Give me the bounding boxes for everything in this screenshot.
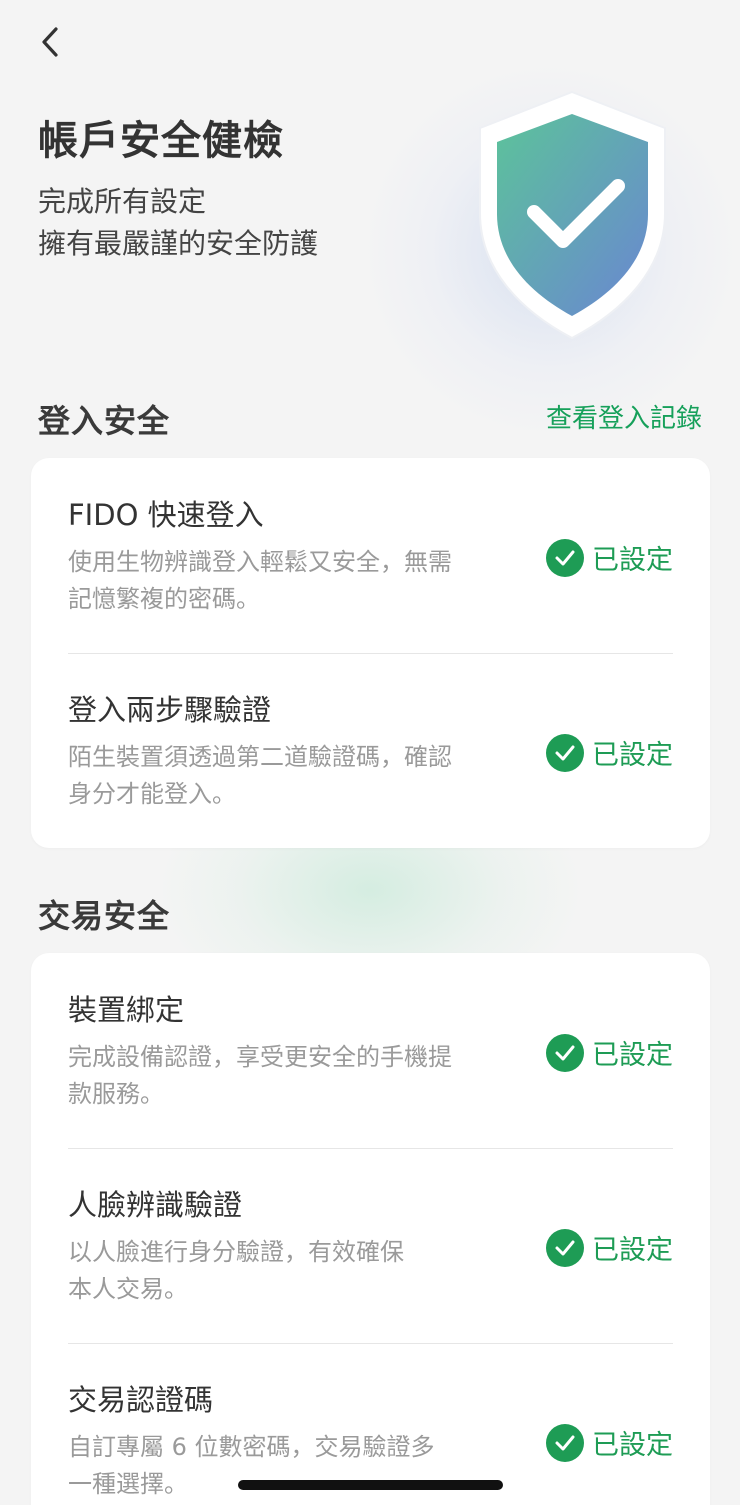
list-item-device-binding[interactable]: 裝置綁定 完成設備認證，享受更安全的手機提 款服務。 已設定 <box>68 953 673 1148</box>
item-description: 陌生裝置須透過第二道驗證碼，確認 身分才能登入。 <box>68 743 452 808</box>
security-checkup-page: 帳戶安全健檢 完成所有設定 擁有最嚴謹的安全防護 登入安全 查看登入記錄 FID… <box>0 0 740 1505</box>
page-subtitle: 完成所有設定 <box>38 185 207 218</box>
status-badge: 已設定 <box>546 538 673 577</box>
item-title: FIDO 快速登入 <box>68 498 264 532</box>
list-item-face-recognition[interactable]: 人臉辨識驗證 以人臉進行身分驗證，有效確保 本人交易。 已設定 <box>68 1148 673 1343</box>
home-indicator[interactable] <box>238 1480 503 1490</box>
item-title: 登入兩步驟驗證 <box>68 693 272 727</box>
back-button[interactable] <box>30 22 70 62</box>
check-circle-icon <box>546 1228 584 1267</box>
status-badge: 已設定 <box>546 1033 673 1072</box>
item-description: 以人臉進行身分驗證，有效確保 本人交易。 <box>68 1238 404 1303</box>
page-subtitle: 擁有最嚴謹的安全防護 <box>38 227 319 260</box>
chevron-left-icon <box>42 27 58 57</box>
transaction-security-card: 裝置綁定 完成設備認證，享受更安全的手機提 款服務。 已設定 人臉辨識驗證 以人… <box>31 953 710 1505</box>
status-badge: 已設定 <box>546 733 673 772</box>
item-title: 裝置綁定 <box>68 993 185 1027</box>
item-description: 完成設備認證，享受更安全的手機提 款服務。 <box>68 1043 452 1108</box>
shield-check-icon <box>479 90 666 340</box>
status-badge: 已設定 <box>546 1228 673 1267</box>
list-item-two-step[interactable]: 登入兩步驟驗證 陌生裝置須透過第二道驗證碼，確認 身分才能登入。 已設定 <box>68 653 673 848</box>
view-login-history-link[interactable]: 查看登入記錄 <box>546 398 702 435</box>
page-title: 帳戶安全健檢 <box>38 118 284 164</box>
item-description: 使用生物辨識登入輕鬆又安全，無需 記憶繁複的密碼。 <box>68 548 452 613</box>
check-circle-icon <box>546 733 584 772</box>
list-item-fido[interactable]: FIDO 快速登入 使用生物辨識登入輕鬆又安全，無需 記憶繁複的密碼。 已設定 <box>68 458 673 653</box>
check-circle-icon <box>546 1423 584 1462</box>
check-circle-icon <box>546 1033 584 1072</box>
section-title-transaction: 交易安全 <box>38 897 171 935</box>
section-title-login: 登入安全 <box>38 402 171 440</box>
item-title: 交易認證碼 <box>68 1383 214 1417</box>
check-circle-icon <box>546 538 584 577</box>
item-title: 人臉辨識驗證 <box>68 1188 243 1222</box>
item-description: 自訂專屬 6 位數密碼，交易驗證多 一種選擇。 <box>68 1433 435 1498</box>
status-badge: 已設定 <box>546 1423 673 1462</box>
login-security-card: FIDO 快速登入 使用生物辨識登入輕鬆又安全，無需 記憶繁複的密碼。 已設定 … <box>31 458 710 848</box>
